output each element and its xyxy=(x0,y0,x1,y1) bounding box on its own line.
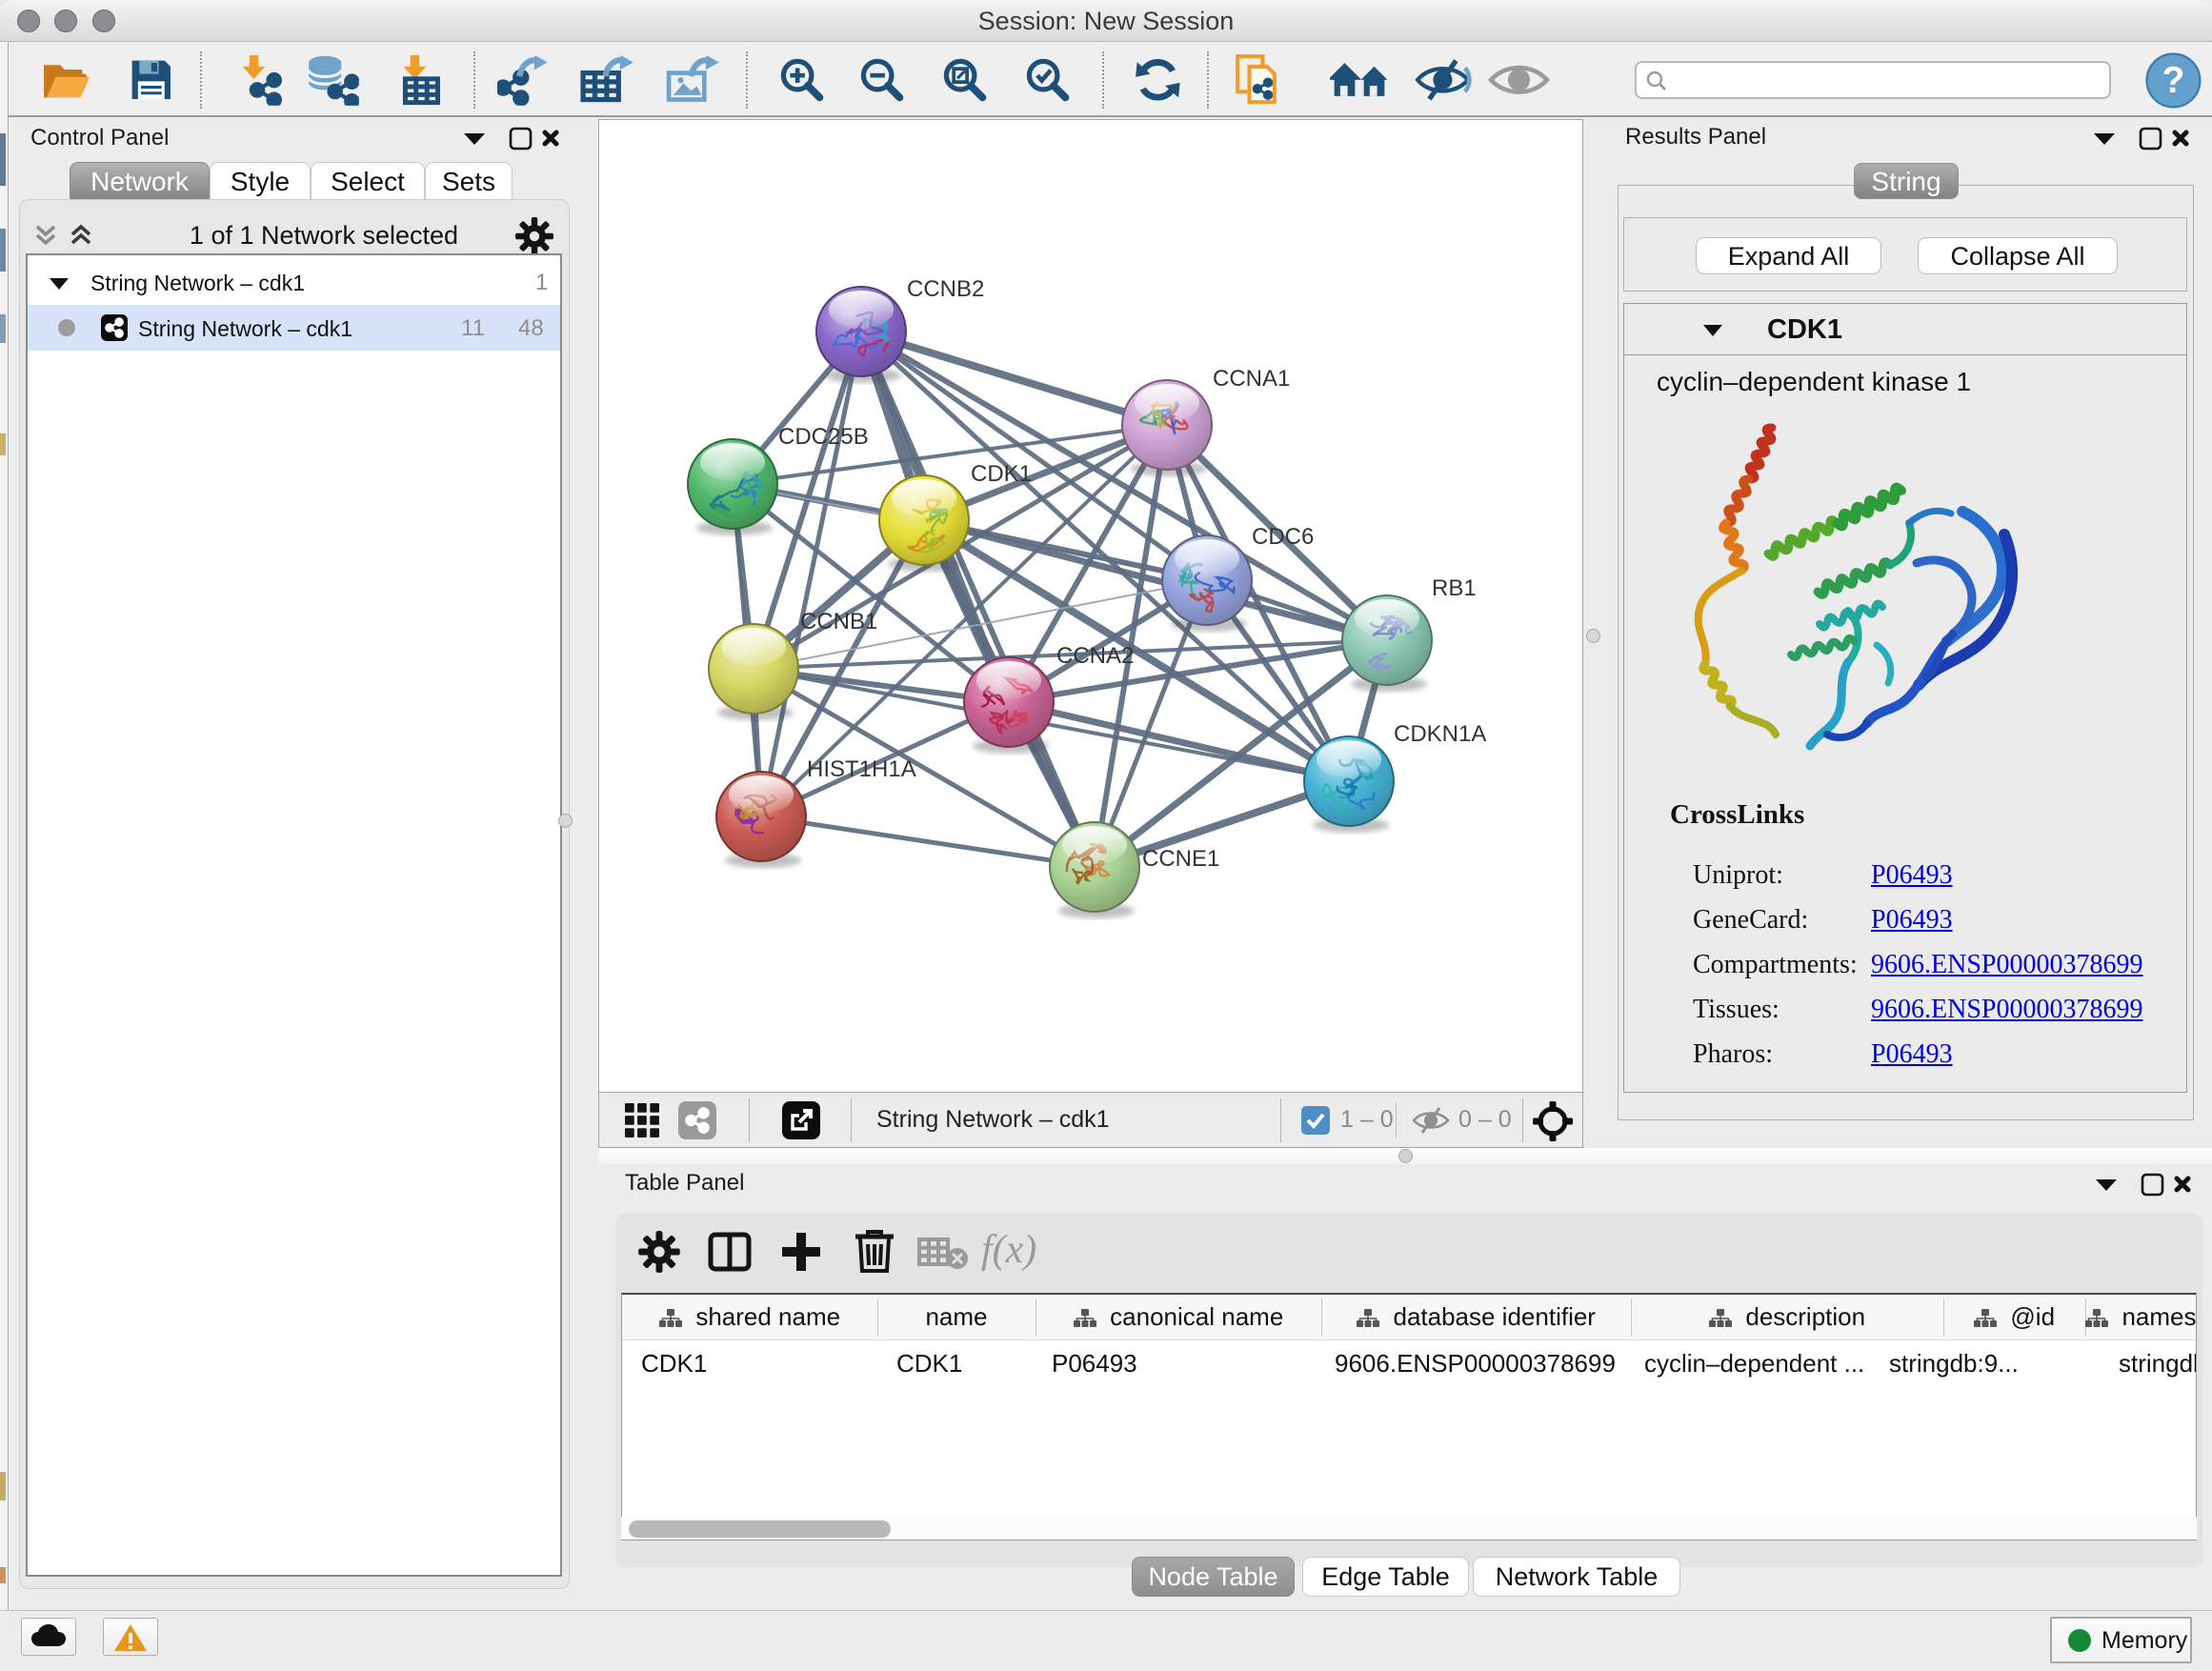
svg-text:CDKN1A: CDKN1A xyxy=(1394,721,1486,747)
svg-text:CCNE1: CCNE1 xyxy=(1142,846,1219,872)
svg-text:CDC6: CDC6 xyxy=(1252,524,1314,550)
svg-text:CDK1: CDK1 xyxy=(971,461,1032,487)
svg-text:CCNB2: CCNB2 xyxy=(907,276,984,302)
svg-text:?: ? xyxy=(2162,60,2185,101)
svg-text:CCNA1: CCNA1 xyxy=(1213,366,1290,392)
svg-text:CDC25B: CDC25B xyxy=(778,424,869,450)
svg-text:CCNB1: CCNB1 xyxy=(800,609,877,634)
svg-text:CCNA2: CCNA2 xyxy=(1056,643,1134,669)
svg-text:HIST1H1A: HIST1H1A xyxy=(807,756,916,782)
svg-text:RB1: RB1 xyxy=(1432,575,1477,601)
